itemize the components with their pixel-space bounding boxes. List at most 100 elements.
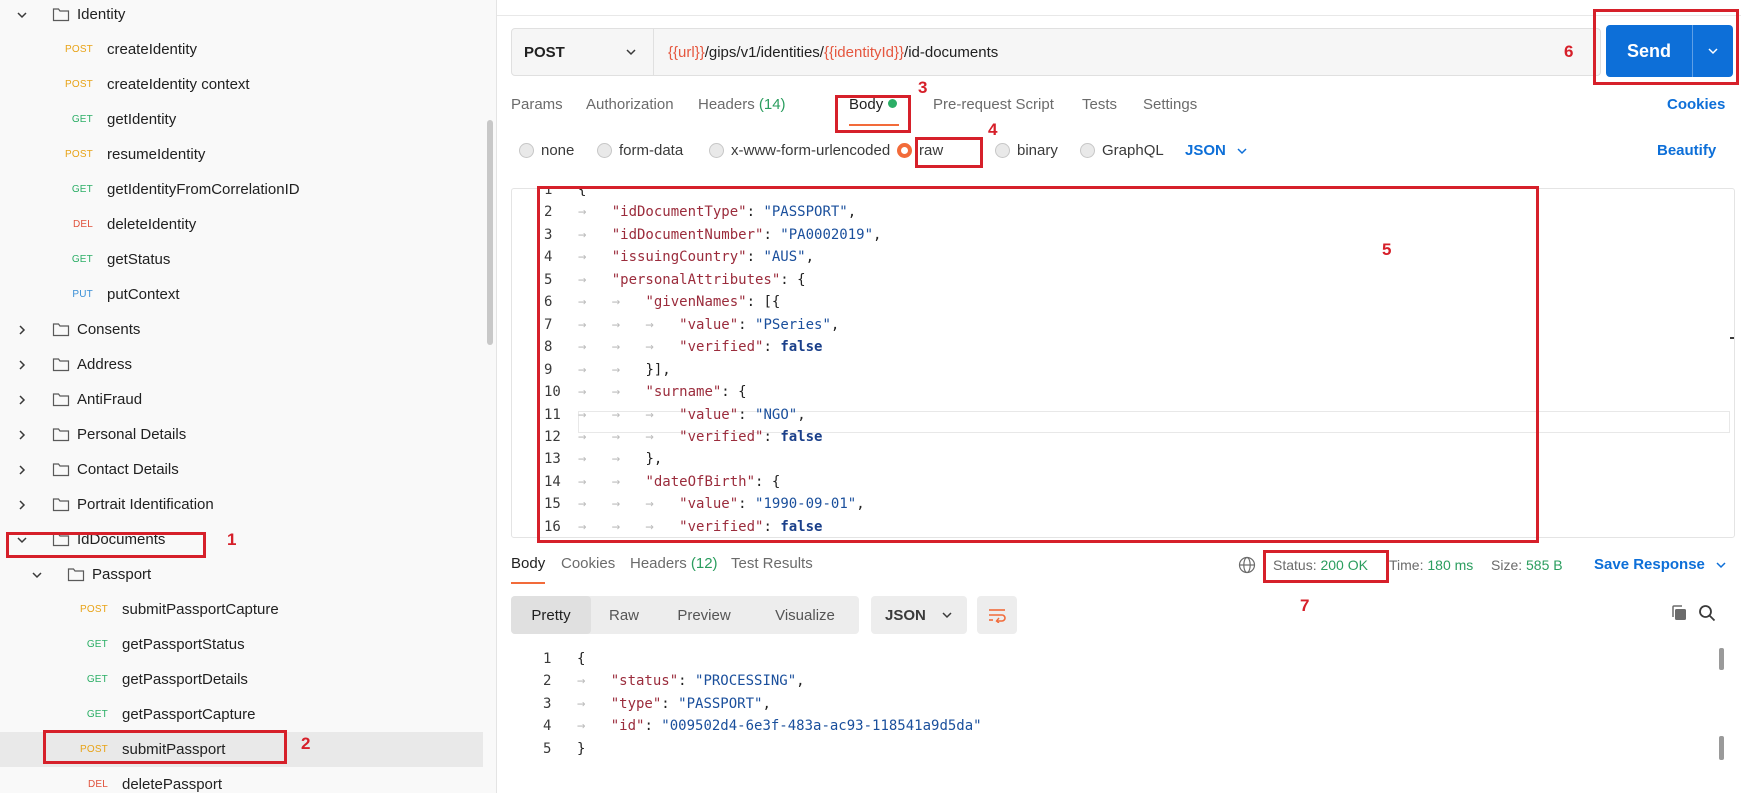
code-text: → "status": "PROCESSING", — [577, 670, 805, 692]
folder-personal-details[interactable]: Personal Details — [0, 417, 483, 452]
view-raw[interactable]: Raw — [591, 596, 657, 634]
collection-sidebar: Identity POST createIdentity POST createIden… — [0, 0, 496, 793]
editor-scroll-marker — [1730, 337, 1734, 339]
folder-address[interactable]: Address — [0, 347, 483, 382]
folder-consents[interactable]: Consents — [0, 312, 483, 347]
request-label: getPassportStatus — [122, 636, 245, 653]
line-number: 3 — [543, 695, 552, 712]
json-punctuation: } — [577, 740, 586, 757]
method-badge: GET — [86, 674, 108, 685]
cookies-link[interactable]: Cookies — [1667, 96, 1725, 113]
request-submitpassportcapture[interactable]: POST submitPassportCapture — [0, 592, 483, 627]
radio-button[interactable] — [897, 143, 912, 158]
tab-tests[interactable]: Tests — [1082, 96, 1117, 113]
url-input[interactable]: {{url}}/gips/v1/identities/{{identityId}… — [654, 44, 998, 61]
request-deleteidentity[interactable]: DEL deleteIdentity — [0, 207, 483, 242]
body-type-none[interactable]: none — [519, 142, 574, 159]
response-tab-test-results[interactable]: Test Results — [731, 555, 813, 572]
response-tab-headers[interactable]: Headers (12) — [630, 555, 718, 572]
request-deletepassport[interactable]: DEL deletePassport — [0, 767, 483, 793]
chevron-right-icon[interactable] — [14, 462, 30, 478]
annotation-box-body-tab — [835, 95, 911, 133]
folder-icon — [67, 566, 85, 582]
folder-portrait-identification[interactable]: Portrait Identification — [0, 487, 483, 522]
tab-settings[interactable]: Settings — [1143, 96, 1197, 113]
folder-label: Personal Details — [77, 426, 187, 443]
body-type-form-data[interactable]: form-data — [597, 142, 683, 159]
method-badge: POST — [64, 44, 93, 55]
radio-button[interactable] — [1080, 143, 1095, 158]
copy-icon[interactable] — [1670, 604, 1688, 622]
chevron-down-icon[interactable] — [29, 567, 45, 583]
request-label: createIdentity — [107, 41, 198, 58]
method-badge: GET — [71, 254, 93, 265]
folder-passport[interactable]: Passport — [0, 557, 483, 592]
url-bar: POST {{url}}/gips/v1/identities/{{identi… — [511, 28, 1601, 76]
request-getpassportdetails[interactable]: GET getPassportDetails — [0, 662, 483, 697]
response-tab-body[interactable]: Body — [511, 555, 545, 572]
request-getidentity[interactable]: GET getIdentity — [0, 102, 483, 137]
response-size[interactable]: Size: 585 B — [1491, 557, 1563, 573]
globe-icon[interactable] — [1238, 556, 1256, 574]
request-createidentity[interactable]: POST createIdentity — [0, 32, 483, 67]
request-label: deleteIdentity — [107, 216, 197, 233]
chevron-right-icon[interactable] — [14, 497, 30, 513]
method-select[interactable]: POST — [512, 29, 654, 75]
chevron-right-icon[interactable] — [14, 322, 30, 338]
folder-antifraud[interactable]: AntiFraud — [0, 382, 483, 417]
search-icon[interactable] — [1698, 604, 1716, 622]
response-time[interactable]: Time: 180 ms — [1389, 557, 1473, 573]
request-resumeidentity[interactable]: POST resumeIdentity — [0, 137, 483, 172]
chevron-down-icon[interactable] — [14, 7, 30, 23]
radio-label: x-www-form-urlencoded — [731, 142, 891, 159]
request-label: getStatus — [107, 251, 171, 268]
annotation-number: 6 — [1564, 42, 1574, 61]
request-getstatus[interactable]: GET getStatus — [0, 242, 483, 277]
response-format-select[interactable]: JSON — [871, 596, 967, 634]
request-getidentityfromcorrelationid[interactable]: GET getIdentityFromCorrelationID — [0, 172, 483, 207]
request-getpassportcapture[interactable]: GET getPassportCapture — [0, 697, 483, 732]
tab-params[interactable]: Params — [511, 96, 563, 113]
tab-authorization[interactable]: Authorization — [586, 96, 674, 113]
time-label: Time: — [1389, 557, 1424, 573]
tab-pre-request-script[interactable]: Pre-request Script — [933, 96, 1054, 113]
request-label: getIdentityFromCorrelationID — [107, 181, 300, 198]
json-key: "id" — [610, 718, 645, 735]
json-punctuation: : — [678, 673, 696, 690]
chevron-right-icon[interactable] — [14, 357, 30, 373]
sidebar-scrollbar[interactable] — [487, 120, 493, 345]
save-response-button[interactable]: Save Response — [1594, 556, 1729, 573]
chevron-down-icon — [939, 607, 955, 623]
view-pretty[interactable]: Pretty — [511, 596, 591, 634]
radio-button[interactable] — [709, 143, 724, 158]
folder-identity[interactable]: Identity — [0, 0, 483, 32]
radio-button[interactable] — [995, 143, 1010, 158]
json-punctuation: { — [577, 651, 586, 667]
view-visualize[interactable]: Visualize — [751, 596, 859, 634]
wrap-lines-button[interactable] — [977, 596, 1017, 634]
folder-contact-details[interactable]: Contact Details — [0, 452, 483, 487]
chevron-right-icon[interactable] — [14, 427, 30, 443]
request-createidentity-context[interactable]: POST createIdentity context — [0, 67, 483, 102]
response-body-viewer[interactable]: 1{2 → "status": "PROCESSING", 3 → "type": "… — [497, 648, 1737, 793]
size-value: 585 B — [1526, 557, 1563, 573]
method-badge: GET — [71, 184, 93, 195]
body-type-binary[interactable]: binary — [995, 142, 1058, 159]
response-scrollbar-lower[interactable] — [1719, 736, 1724, 760]
view-preview[interactable]: Preview — [657, 596, 751, 634]
request-getpassportstatus[interactable]: GET getPassportStatus — [0, 627, 483, 662]
tab-headers[interactable]: Headers (14) — [698, 96, 786, 113]
body-type-graphql[interactable]: GraphQL — [1080, 142, 1164, 159]
response-tab-cookies[interactable]: Cookies — [561, 555, 615, 572]
radio-button[interactable] — [519, 143, 534, 158]
body-type-x-www-form-urlencoded[interactable]: x-www-form-urlencoded — [709, 142, 890, 159]
request-putcontext[interactable]: PUT putContext — [0, 277, 483, 312]
response-format-label: JSON — [885, 606, 926, 624]
radio-button[interactable] — [597, 143, 612, 158]
folder-icon — [52, 391, 70, 407]
line-number: 1 — [543, 651, 552, 667]
chevron-right-icon[interactable] — [14, 392, 30, 408]
beautify-button[interactable]: Beautify — [1657, 142, 1716, 159]
body-format-select[interactable]: JSON — [1185, 142, 1250, 159]
response-scrollbar[interactable] — [1719, 648, 1724, 670]
